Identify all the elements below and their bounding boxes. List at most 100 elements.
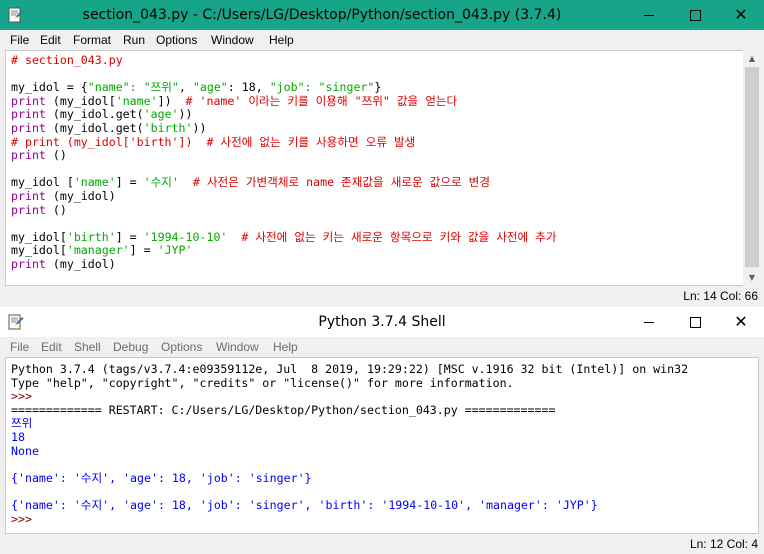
scroll-thumb[interactable] <box>745 67 759 267</box>
token-restart: ============= RESTART: C:/Users/LG/Deskt… <box>11 402 556 417</box>
code-line: print (my_idol) <box>11 257 116 271</box>
code-line: print () <box>11 203 67 217</box>
token-builtin: print <box>11 107 46 122</box>
token-plain: my_idol[ <box>11 243 67 258</box>
token-builtin: print <box>11 189 46 203</box>
code-line: my_idol ['name'] = '수지' # 사전은 가변객체로 name… <box>11 175 490 189</box>
token-out: 쯔위 <box>11 416 33 431</box>
token-comment: # 사전은 가변객체로 name 존재값을 새로운 값으로 변경 <box>192 175 490 190</box>
token-plain: } <box>374 80 382 95</box>
menu-debug[interactable]: Debug <box>113 337 148 357</box>
shell-titlebar[interactable]: Python 3.7.4 Shell ✕ <box>0 307 764 337</box>
token-prompt: >>> <box>11 511 39 526</box>
code-line: my_idol = {"name": "쯔위", "age": 18, "job… <box>11 80 381 94</box>
token-out: {'name': '수지', 'age': 18, 'job': 'singer… <box>11 498 598 512</box>
close-button[interactable]: ✕ <box>718 307 764 337</box>
editor-statusbar: Ln: 14 Col: 66 <box>0 286 764 306</box>
editor-titlebar[interactable]: section_043.py - C:/Users/LG/Desktop/Pyt… <box>0 0 764 30</box>
token-builtin: print <box>11 202 46 217</box>
menu-run[interactable]: Run <box>123 30 145 50</box>
token-builtin: print <box>11 257 46 271</box>
menu-edit[interactable]: Edit <box>40 30 61 50</box>
minimize-button[interactable] <box>626 0 672 30</box>
shell-output[interactable]: Python 3.7.4 (tags/v3.7.4:e09359112e, Ju… <box>5 357 759 534</box>
token-string: 'birth' <box>66 229 116 244</box>
scroll-down-icon[interactable]: ▼ <box>743 269 761 286</box>
token-plain: (my_idol) <box>45 257 116 271</box>
token-plain: )) <box>178 107 193 122</box>
minimize-icon <box>644 14 654 16</box>
code-line: my_idol['birth'] = '1994-10-10' # 사전에 없는… <box>11 230 557 244</box>
token-plain: my_idol[ <box>11 229 67 244</box>
token-comment: # 사전에 없는 키는 새로운 항목으로 키와 값을 사전에 추가 <box>241 229 557 244</box>
token-comment: # 'name' 이라는 키를 이용해 "쯔위" 값을 얻는다 <box>185 93 458 108</box>
token-shell: Python 3.7.4 (tags/v3.7.4:e09359112e, Ju… <box>11 362 689 376</box>
shell-line: 18 <box>11 430 25 444</box>
menu-help[interactable]: Help <box>273 337 298 357</box>
shell-cursor-position: Ln: 12 Col: 4 <box>689 537 758 551</box>
maximize-button[interactable] <box>672 0 718 30</box>
token-comment: # print (my_idol['birth']) # 사전에 없는 키를 사… <box>11 134 416 149</box>
close-icon: ✕ <box>734 5 748 24</box>
token-prompt: >>> <box>11 389 39 404</box>
code-editor[interactable]: # section_043.py my_idol = {"name": "쯔위",… <box>5 50 745 286</box>
token-string: "age" <box>192 80 228 95</box>
menu-options[interactable]: Options <box>161 337 202 357</box>
token-plain: ]) <box>157 93 186 108</box>
menu-file[interactable]: File <box>10 337 29 357</box>
code-line: print (my_idol) <box>11 189 116 203</box>
maximize-icon <box>689 316 701 328</box>
shell-line: {'name': '수지', 'age': 18, 'job': 'singer… <box>11 498 598 512</box>
shell-line: None <box>11 444 39 458</box>
maximize-button[interactable] <box>672 307 718 337</box>
editor-menubar: File Edit Format Run Options Window Help <box>0 30 764 50</box>
shell-line: >>> <box>11 389 39 403</box>
token-plain: ] = <box>115 175 144 190</box>
token-plain: (my_idol) <box>45 189 116 203</box>
menu-options[interactable]: Options <box>156 30 197 50</box>
token-plain: () <box>45 202 67 217</box>
shell-window: Python 3.7.4 Shell ✕ File Edit Shell Deb… <box>0 307 764 554</box>
shell-line: Type "help", "copyright", "credits" or "… <box>11 376 514 390</box>
token-string: '1994-10-10' <box>143 229 228 244</box>
token-plain: (my_idol.get( <box>45 121 144 135</box>
token-plain: my_idol [ <box>11 175 74 190</box>
token-string: '수지' <box>143 175 179 190</box>
shell-line: >>> <box>11 512 39 526</box>
token-string: 'manager' <box>66 243 130 258</box>
token-string: "name": "쯔위" <box>87 80 179 95</box>
menu-window[interactable]: Window <box>211 30 254 50</box>
token-string: 'name' <box>73 175 116 190</box>
menu-shell[interactable]: Shell <box>74 337 101 357</box>
menu-window[interactable]: Window <box>216 337 259 357</box>
code-line: print (my_idol['name']) # 'name' 이라는 키를 … <box>11 94 457 108</box>
code-line: # print (my_idol['birth']) # 사전에 없는 키를 사… <box>11 135 415 149</box>
shell-line: {'name': '수지', 'age': 18, 'job': 'singer… <box>11 471 312 485</box>
menu-file[interactable]: File <box>10 30 29 50</box>
code-line: print () <box>11 148 67 162</box>
menu-format[interactable]: Format <box>73 30 111 50</box>
token-string: 'name' <box>115 93 158 108</box>
token-plain: , <box>178 80 193 95</box>
shell-line: Python 3.7.4 (tags/v3.7.4:e09359112e, Ju… <box>11 362 688 376</box>
token-builtin: print <box>11 148 46 163</box>
menu-edit[interactable]: Edit <box>41 337 62 357</box>
menu-help[interactable]: Help <box>269 30 294 50</box>
token-string: 'age' <box>143 107 179 122</box>
scroll-up-icon[interactable]: ▲ <box>743 50 761 67</box>
token-shell: Type "help", "copyright", "credits" or "… <box>11 375 514 390</box>
token-plain: )) <box>192 121 207 135</box>
close-button[interactable]: ✕ <box>718 0 764 30</box>
token-string: 'JYP' <box>157 243 193 258</box>
token-string: 'birth' <box>143 121 193 135</box>
close-icon: ✕ <box>734 312 748 331</box>
code-line: print (my_idol.get('birth')) <box>11 121 206 135</box>
code-line: my_idol['manager'] = 'JYP' <box>11 243 193 257</box>
token-plain: (my_idol[ <box>45 93 116 108</box>
token-builtin: print <box>11 93 46 108</box>
token-comment: # section_043.py <box>11 53 123 67</box>
shell-line: 쯔위 <box>11 416 32 430</box>
shell-statusbar: Ln: 12 Col: 4 <box>0 534 764 554</box>
minimize-button[interactable] <box>626 307 672 337</box>
editor-scrollbar[interactable]: ▲ ▼ <box>743 50 761 286</box>
